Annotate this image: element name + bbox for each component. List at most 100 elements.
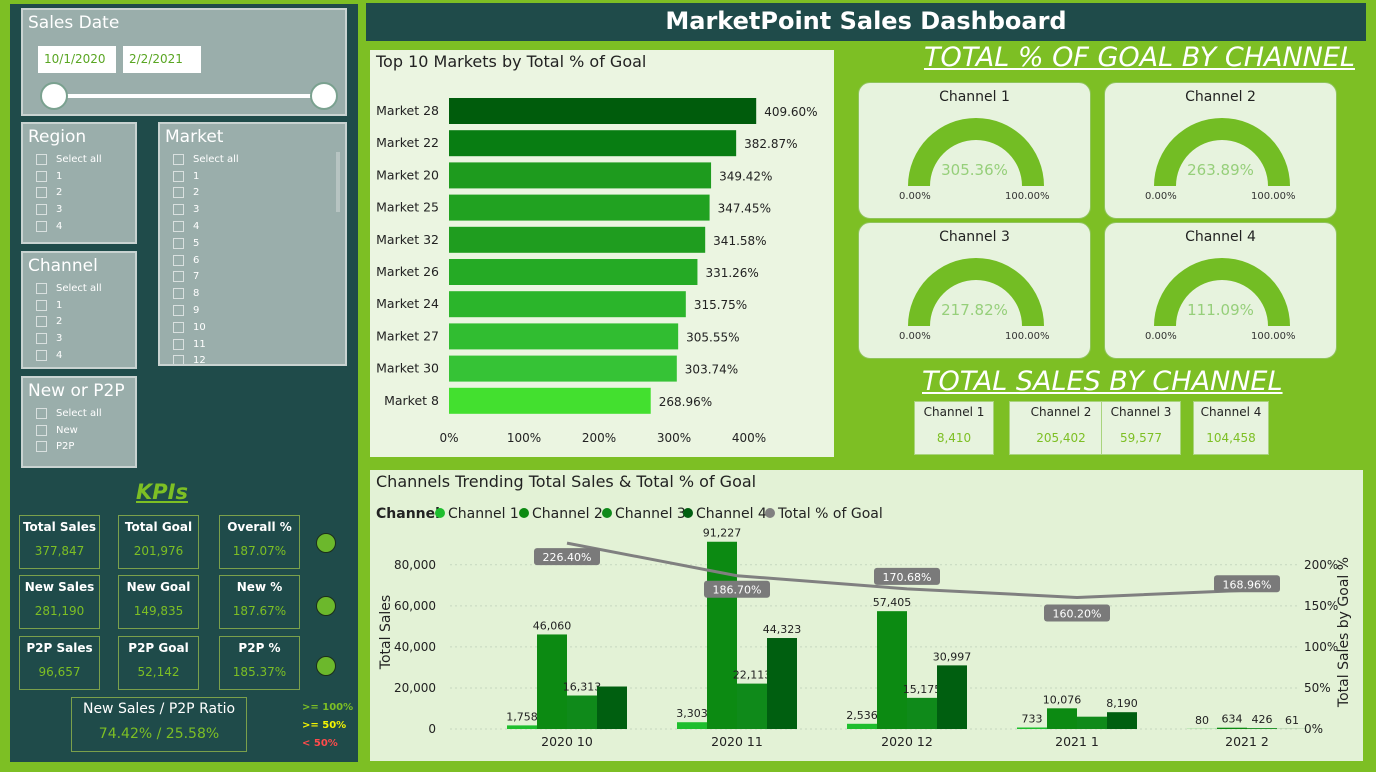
checkbox-icon[interactable] [173,204,184,216]
slicer-option[interactable]: Select all [23,280,135,297]
slicer-option[interactable]: 3 [160,201,345,218]
slicer-option[interactable]: Select all [23,151,135,168]
bar[interactable] [449,291,686,318]
trend-bar[interactable] [1107,712,1137,729]
slicer-option[interactable]: 8 [160,285,345,302]
checkbox-icon[interactable] [173,237,184,249]
new-p2p-slicer: New or P2P Select all New P2P [21,376,137,468]
slicer-option[interactable]: Select all [160,151,345,168]
sales-card-label: Channel 4 [1200,405,1262,419]
market-scrollbar[interactable] [336,152,340,212]
sales-card-channel-4: Channel 4 104,458 [1193,401,1269,455]
trend-bar[interactable] [877,611,907,729]
trend-bar[interactable] [737,683,767,729]
checkbox-icon[interactable] [173,170,184,182]
trend-bar[interactable] [1047,708,1077,729]
slicer-option-label: New [56,424,78,436]
bar[interactable] [449,387,651,414]
slicer-option[interactable]: Select all [23,405,135,422]
trend-bar[interactable] [767,638,797,729]
checkbox-icon[interactable] [36,282,47,294]
bar[interactable] [449,226,706,253]
bar[interactable] [449,259,698,285]
slicer-option[interactable]: 10 [160,319,345,336]
trend-bar[interactable] [907,697,937,729]
start-date-field[interactable]: 10/1/2020 [38,46,116,73]
slicer-option[interactable]: 1 [160,168,345,185]
trend-bar[interactable] [1077,716,1107,729]
bar[interactable] [449,323,679,350]
checkbox-icon[interactable] [173,355,184,364]
checkbox-icon[interactable] [36,153,47,165]
trend-bar[interactable] [1247,728,1277,729]
sales-date-title: Sales Date [28,13,120,33]
checkbox-icon[interactable] [36,299,47,311]
trend-bar[interactable] [677,722,707,729]
trend-bar[interactable] [567,695,597,729]
slicer-option[interactable]: 11 [160,336,345,353]
slicer-option[interactable]: 9 [160,302,345,319]
trend-bar[interactable] [507,725,537,729]
slicer-option[interactable]: 3 [23,330,135,347]
checkbox-icon[interactable] [36,407,47,419]
bar[interactable] [449,355,677,382]
checkbox-icon[interactable] [173,271,184,283]
bar-data-label: 46,060 [533,619,572,632]
slicer-option[interactable]: 4 [160,218,345,235]
bar[interactable] [449,130,737,157]
slicer-option[interactable]: New [23,422,135,439]
checkbox-icon[interactable] [36,350,47,362]
checkbox-icon[interactable] [173,153,184,165]
checkbox-icon[interactable] [173,321,184,333]
slicer-option[interactable]: 4 [23,218,135,235]
x-tick-label: 0% [439,431,458,445]
trend-bar[interactable] [1217,727,1247,729]
checkbox-icon[interactable] [173,221,184,233]
checkbox-icon[interactable] [36,204,47,216]
checkbox-icon[interactable] [36,221,47,233]
slicer-option[interactable]: 2 [23,185,135,202]
slicer-option[interactable]: 4 [23,347,135,364]
slicer-option[interactable]: P2P [23,439,135,456]
checkbox-icon[interactable] [173,254,184,266]
bar-data-label: 16,313 [563,681,602,694]
checkbox-icon[interactable] [173,305,184,317]
trend-bar[interactable] [597,686,627,729]
checkbox-icon[interactable] [173,187,184,199]
trend-bar[interactable] [1017,727,1047,729]
bar[interactable] [449,162,712,189]
slicer-option[interactable]: 3 [23,201,135,218]
slicer-option[interactable]: 1 [23,297,135,314]
slicer-option[interactable]: 7 [160,269,345,286]
checkbox-icon[interactable] [36,187,47,199]
gauge-min: 0.00% [899,331,931,342]
checkbox-icon[interactable] [173,338,184,350]
checkbox-icon[interactable] [36,424,47,436]
top-markets-chart: Market 28 409.60% Market 22 382.87% Market 2… [376,98,818,445]
slicer-option[interactable]: 2 [23,314,135,331]
slicer-option[interactable]: 2 [160,185,345,202]
kpi-label: Total Goal [124,520,193,534]
bar-value-label: 305.55% [686,330,739,344]
date-slider-end-handle[interactable] [310,82,338,110]
checkbox-icon[interactable] [36,316,47,328]
goal-line-label: 160.20% [1053,607,1102,620]
slicer-option[interactable]: 6 [160,252,345,269]
kpi-label: Overall % [227,520,292,534]
checkbox-icon[interactable] [36,333,47,345]
checkbox-icon[interactable] [173,288,184,300]
slicer-option[interactable]: 12 [160,353,345,364]
bar[interactable] [449,98,757,124]
slicer-option[interactable]: 1 [23,168,135,185]
bar[interactable] [449,194,710,221]
slicer-option[interactable]: 5 [160,235,345,252]
trend-bar[interactable] [937,665,967,729]
trend-bar[interactable] [847,723,877,729]
date-slider-track[interactable] [65,94,335,98]
checkbox-icon[interactable] [36,441,47,453]
checkbox-icon[interactable] [36,170,47,182]
date-slider-start-handle[interactable] [40,82,68,110]
end-date-field[interactable]: 2/2/2021 [123,46,201,73]
sales-card-value: 205,402 [1036,431,1086,445]
bar-value-label: 409.60% [764,105,817,119]
